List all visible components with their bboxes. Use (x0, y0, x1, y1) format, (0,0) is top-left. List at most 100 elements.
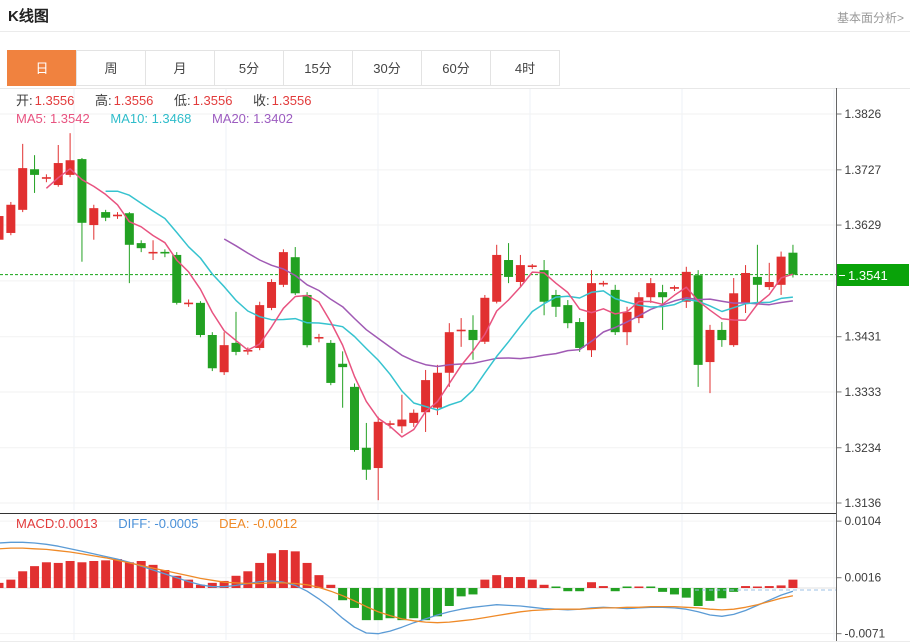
candle-body (54, 163, 63, 185)
candle-body (528, 265, 537, 267)
current-price-tag: 1.3541 (837, 264, 909, 286)
candle-body (77, 159, 86, 223)
candle-body (314, 337, 323, 339)
diff-value: -0.0005 (154, 516, 198, 531)
macd-histogram-bar (89, 561, 98, 588)
candle-body (409, 413, 418, 423)
low-label: 低: (174, 93, 191, 108)
macd-tick-label: -0.0071 (845, 627, 886, 641)
macd-histogram-bar (421, 588, 430, 620)
dea-value: -0.0012 (253, 516, 297, 531)
close-label: 收: (253, 93, 270, 108)
ma10-label: MA10: (110, 111, 148, 126)
macd-histogram-bar (397, 588, 406, 620)
candle-body (646, 283, 655, 297)
macd-histogram-bar (66, 561, 75, 588)
candle-body (208, 335, 217, 368)
candle-body (741, 273, 750, 303)
ma5-value: 1.3542 (50, 111, 90, 126)
candle-body (599, 283, 608, 285)
macd-histogram-bar (540, 585, 549, 588)
candle-body (6, 205, 15, 233)
macd-histogram-bar (611, 588, 620, 591)
candle-body (267, 282, 276, 308)
macd-histogram-bar (6, 580, 15, 588)
candle-body (374, 422, 383, 468)
candle-body (303, 295, 312, 345)
macd-histogram-bar (101, 560, 110, 588)
candle-body (172, 255, 181, 303)
macd-histogram-bar (634, 587, 643, 589)
macd-histogram-bar (326, 585, 335, 588)
candle-body (658, 292, 667, 297)
macd-histogram-bar (623, 587, 632, 589)
price-tick-label: 1.3629 (845, 218, 882, 232)
candle-body (777, 257, 786, 285)
macd-histogram-bar (516, 577, 525, 588)
candle-body (113, 215, 122, 217)
open-value: 1.3556 (35, 93, 75, 108)
macd-value: 0.0013 (58, 516, 98, 531)
candle-body (30, 169, 39, 175)
ma20-value: 1.3402 (253, 111, 293, 126)
candle-body (788, 253, 797, 275)
candle-body (445, 332, 454, 373)
price-tick-label: 1.3333 (845, 385, 882, 399)
low-value: 1.3556 (193, 93, 233, 108)
price-tick-label: 1.3727 (845, 163, 882, 177)
candle-body (184, 303, 193, 305)
candle-body (469, 330, 478, 340)
macd-histogram-bar (670, 588, 679, 594)
candle-body (255, 305, 264, 348)
macd-tick-label: 0.0104 (845, 514, 882, 528)
close-value: 1.3556 (272, 93, 312, 108)
macd-histogram-bar (587, 582, 596, 588)
ma20-label: MA20: (212, 111, 250, 126)
macd-histogram-bar (599, 586, 608, 588)
high-value: 1.3556 (114, 93, 154, 108)
candle-body (220, 345, 229, 372)
candle-body (149, 252, 158, 254)
current-price-value: 1.3541 (848, 268, 888, 283)
macd-histogram-bar (658, 588, 667, 592)
candle-body (706, 330, 715, 362)
candle-body (516, 265, 525, 282)
macd-info-bar: MACD:0.0013 DIFF: -0.0005 DEA: -0.0012 (16, 516, 314, 531)
macd-histogram-bar (30, 566, 39, 588)
candle-body (563, 305, 572, 323)
macd-label: MACD: (16, 516, 58, 531)
macd-histogram-bar (113, 559, 122, 588)
open-label: 开: (16, 93, 33, 108)
macd-histogram-bar (777, 585, 786, 588)
tag-tick-mark (839, 275, 845, 276)
macd-histogram-bar (77, 562, 86, 588)
macd-histogram-bar (646, 587, 655, 589)
macd-histogram-bar (469, 588, 478, 594)
candle-body (196, 303, 205, 335)
candle-body (765, 282, 774, 287)
candle-body (504, 260, 513, 277)
ma5-label: MA5: (16, 111, 46, 126)
candle-body (89, 208, 98, 225)
price-tick-label: 1.3826 (845, 107, 882, 121)
macd-histogram-bar (528, 580, 537, 588)
candle-body (350, 387, 359, 450)
macd-histogram-bar (125, 562, 134, 588)
candle-body (42, 177, 51, 179)
macd-histogram-bar (362, 588, 371, 620)
kline-page: K线图 基本面分析> 日 周 月 5分 15分 30分 60分 4时 1.382… (0, 0, 910, 644)
macd-histogram-bar (54, 563, 63, 588)
ma10-value: 1.3468 (152, 111, 192, 126)
macd-histogram-bar (445, 588, 454, 606)
macd-histogram-bar (492, 575, 501, 588)
macd-histogram-bar (291, 551, 300, 588)
candle-body (694, 275, 703, 365)
macd-histogram-bar (409, 588, 418, 618)
candle-body (492, 255, 501, 302)
macd-histogram-bar (741, 586, 750, 588)
macd-histogram-bar (42, 562, 51, 588)
macd-histogram-bar (753, 587, 762, 589)
candle-body (338, 364, 347, 367)
macd-histogram-bar (243, 571, 252, 588)
candle-body (397, 420, 406, 427)
